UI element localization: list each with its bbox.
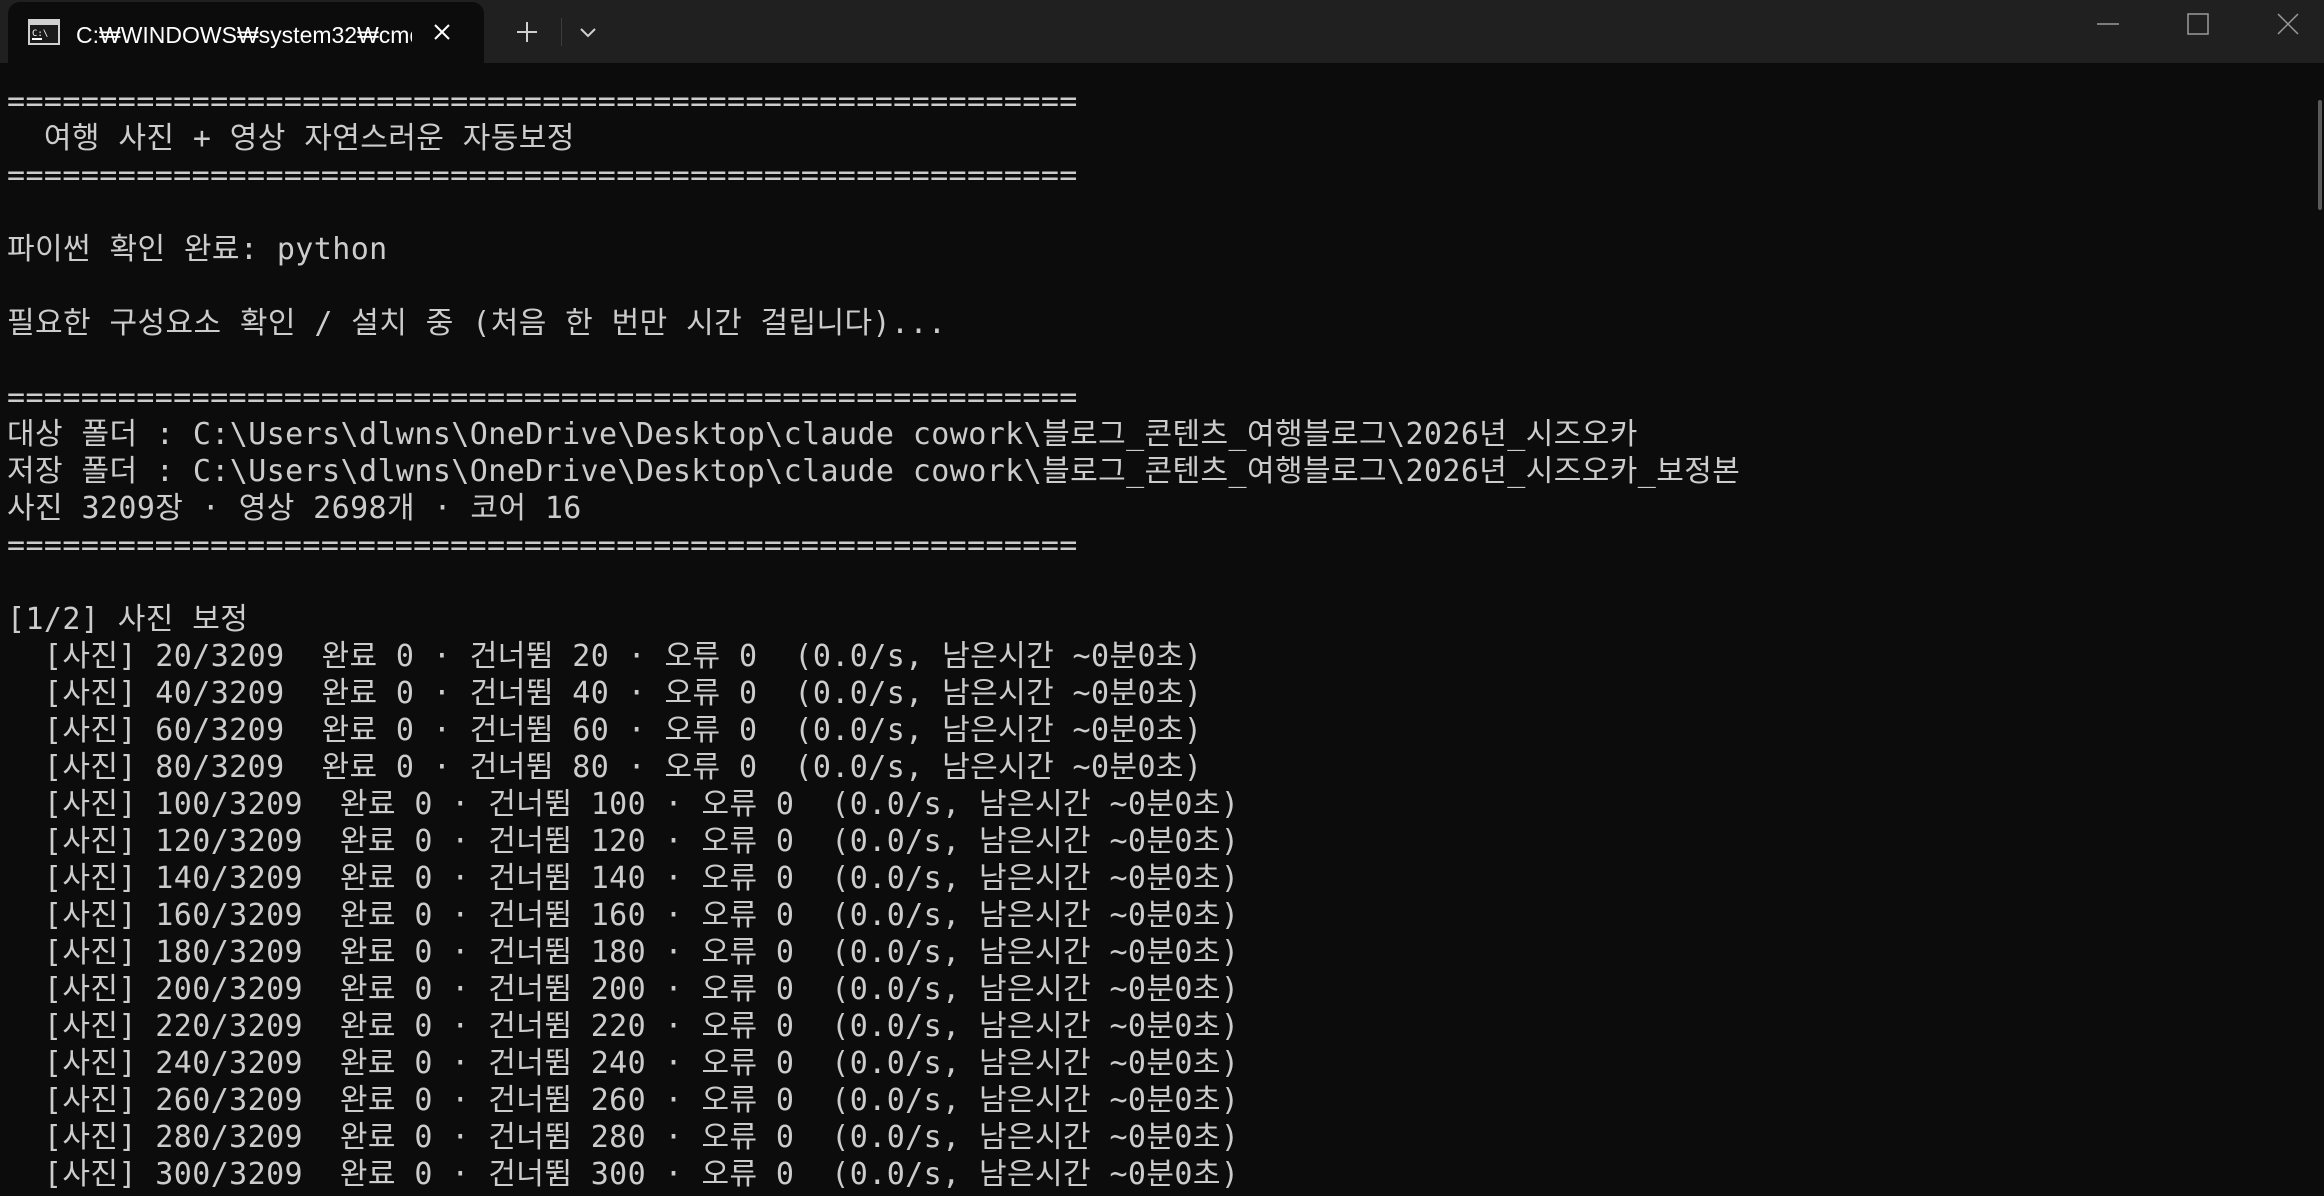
source-folder-line: 대상 폴더 : C:\Users\dlwns\OneDrive\Desktop\…: [7, 417, 1638, 452]
separator-line: ========================================…: [7, 158, 1078, 193]
progress-line: [사진] 300/3209 완료 0 · 건너뜀 300 · 오류 0 (0.0…: [7, 1157, 1240, 1192]
progress-line: [사진] 160/3209 완료 0 · 건너뜀 160 · 오류 0 (0.0…: [7, 898, 1240, 933]
progress-line: [사진] 60/3209 완료 0 · 건너뜀 60 · 오류 0 (0.0/s…: [7, 713, 1203, 748]
scrollbar-thumb[interactable]: [2318, 100, 2322, 210]
separator-line: ========================================…: [7, 84, 1078, 119]
new-tab-button[interactable]: [509, 14, 545, 50]
progress-line: [사진] 260/3209 완료 0 · 건너뜀 260 · 오류 0 (0.0…: [7, 1083, 1240, 1118]
progress-line: [사진] 280/3209 완료 0 · 건너뜀 280 · 오류 0 (0.0…: [7, 1120, 1240, 1155]
tab-title: C:₩WINDOWS₩system32₩cmd.exe: [76, 22, 412, 48]
minimize-icon: [2097, 23, 2119, 25]
progress-line: [사진] 20/3209 완료 0 · 건너뜀 20 · 오류 0 (0.0/s…: [7, 639, 1203, 674]
progress-line: [사진] 240/3209 완료 0 · 건너뜀 240 · 오류 0 (0.0…: [7, 1046, 1240, 1081]
close-tab-icon[interactable]: [428, 18, 456, 46]
maximize-button[interactable]: [2152, 0, 2244, 48]
close-icon: [2277, 13, 2299, 35]
console-output[interactable]: ========================================…: [0, 63, 2316, 1196]
progress-line: [사진] 140/3209 완료 0 · 건너뜀 140 · 오류 0 (0.0…: [7, 861, 1240, 896]
progress-line: [사진] 40/3209 완료 0 · 건너뜀 40 · 오류 0 (0.0/s…: [7, 676, 1203, 711]
svg-text:C:\: C:\: [32, 29, 48, 39]
progress-line: [사진] 120/3209 완료 0 · 건너뜀 120 · 오류 0 (0.0…: [7, 824, 1240, 859]
console-icon: C:\: [28, 19, 60, 45]
progress-line: [사진] 100/3209 완료 0 · 건너뜀 100 · 오류 0 (0.0…: [7, 787, 1240, 822]
chevron-down-icon: [580, 28, 596, 38]
script-title: 여행 사진 + 영상 자연스러운 자동보정: [7, 121, 575, 156]
tab-dropdown-button[interactable]: [573, 18, 603, 48]
minimize-button[interactable]: [2062, 0, 2154, 48]
title-bar: C:\ C:₩WINDOWS₩system32₩cmd.exe: [0, 0, 2324, 63]
tab-divider: [561, 18, 562, 46]
progress-line: [사진] 200/3209 완료 0 · 건너뜀 200 · 오류 0 (0.0…: [7, 972, 1240, 1007]
close-window-button[interactable]: [2242, 0, 2324, 48]
plus-icon: [517, 22, 537, 42]
console-lines: ========================================…: [7, 83, 1740, 1193]
step-header-line: [1/2] 사진 보정: [7, 602, 249, 637]
maximize-icon: [2187, 13, 2209, 35]
scrollbar[interactable]: [2316, 63, 2324, 1196]
python-check-line: 파이썬 확인 완료: python: [7, 232, 388, 267]
install-status-line: 필요한 구성요소 확인 / 설치 중 (처음 한 번만 시간 걸립니다)...: [7, 306, 947, 341]
progress-line: [사진] 80/3209 완료 0 · 건너뜀 80 · 오류 0 (0.0/s…: [7, 750, 1203, 785]
file-count-line: 사진 3209장 · 영상 2698개 · 코어 16: [7, 491, 582, 526]
separator-line: ========================================…: [7, 380, 1078, 415]
separator-line: ========================================…: [7, 528, 1078, 563]
output-folder-line: 저장 폴더 : C:\Users\dlwns\OneDrive\Desktop\…: [7, 454, 1741, 489]
terminal-tab[interactable]: C:\ C:₩WINDOWS₩system32₩cmd.exe: [8, 2, 484, 63]
progress-line: [사진] 180/3209 완료 0 · 건너뜀 180 · 오류 0 (0.0…: [7, 935, 1240, 970]
progress-line: [사진] 220/3209 완료 0 · 건너뜀 220 · 오류 0 (0.0…: [7, 1009, 1240, 1044]
